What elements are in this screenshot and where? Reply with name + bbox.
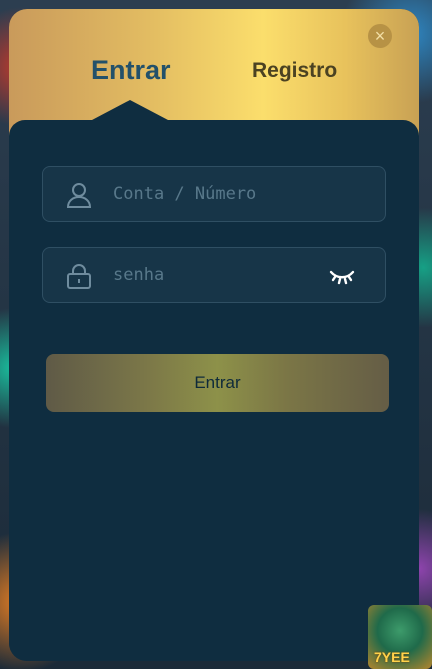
login-submit-button[interactable]: Entrar <box>46 354 389 412</box>
tab-login[interactable]: Entrar <box>91 55 171 86</box>
lock-icon <box>67 264 91 289</box>
account-input[interactable] <box>113 167 323 221</box>
password-field[interactable] <box>42 247 386 303</box>
user-icon <box>66 183 92 208</box>
eye-closed-icon[interactable] <box>329 265 355 287</box>
login-modal: Entrar Registro × Entrar <box>9 9 419 661</box>
close-button[interactable]: × <box>368 24 392 48</box>
tab-register[interactable]: Registro <box>252 59 337 83</box>
password-input[interactable] <box>113 248 323 302</box>
account-field[interactable] <box>42 166 386 222</box>
app-badge-logo[interactable]: 7YEE <box>368 605 432 669</box>
active-tab-indicator <box>92 100 168 120</box>
badge-logo-text: 7YEE <box>374 649 410 665</box>
close-icon: × <box>374 26 386 46</box>
